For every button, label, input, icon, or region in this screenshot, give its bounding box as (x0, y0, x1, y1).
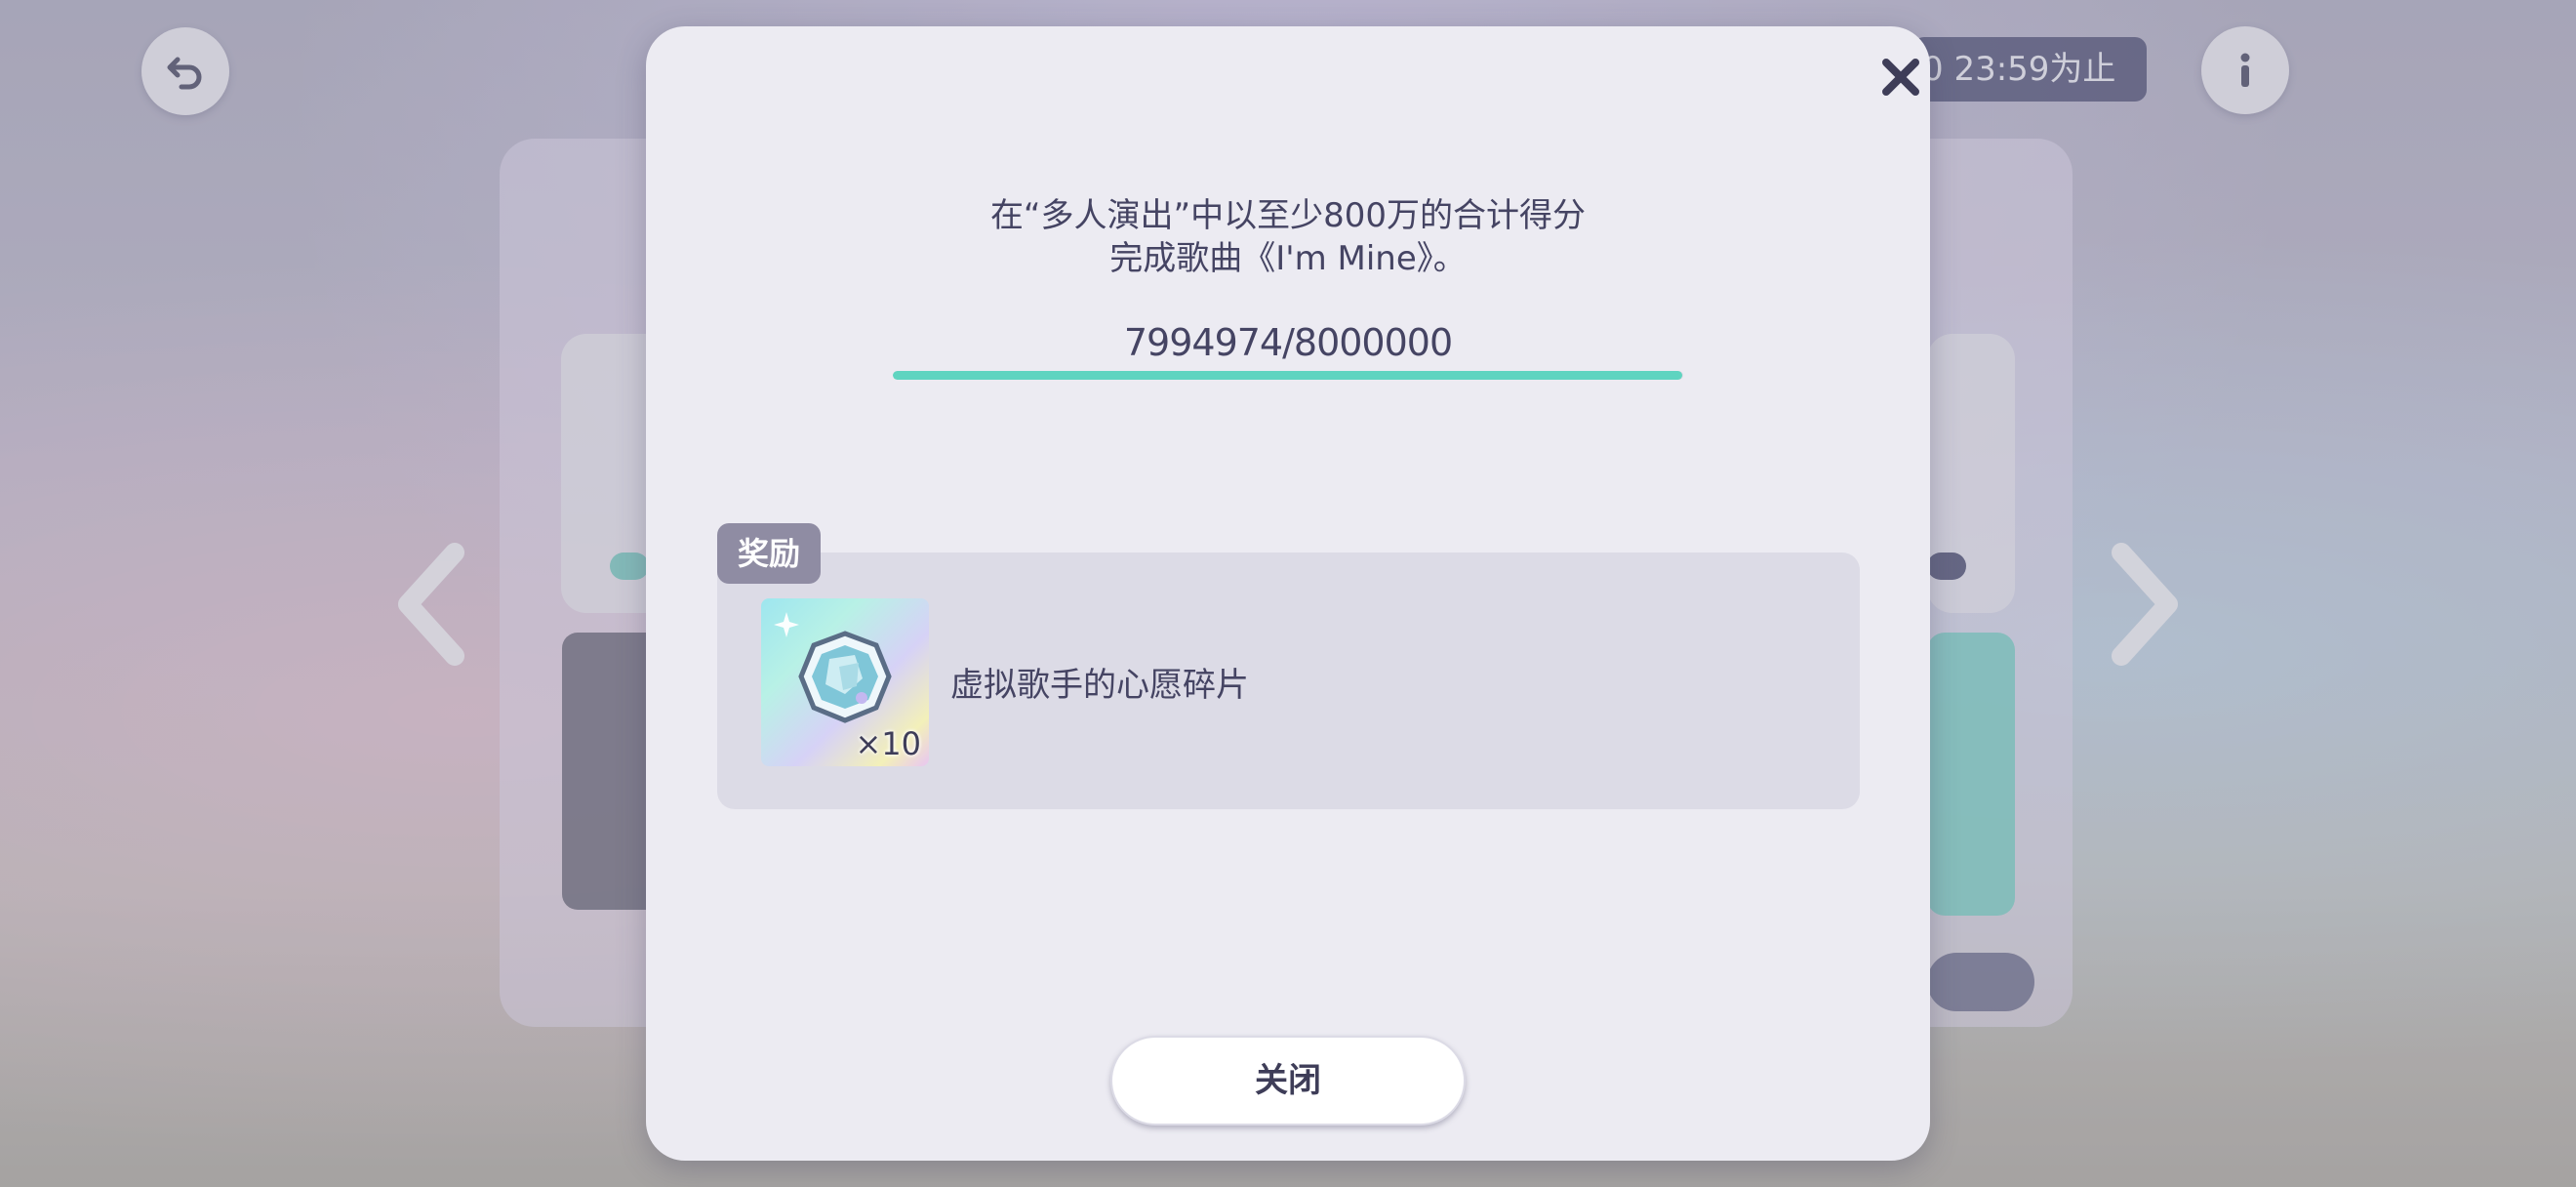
mission-description-line2: 完成歌曲《I'm Mine》。 (1109, 239, 1467, 278)
close-button[interactable]: 关闭 (1110, 1036, 1466, 1126)
progress-bar-fill (893, 371, 1683, 380)
game-screen: 0 23:59为止 在“多人演出”中以至少800万的合计得分 完成歌曲《I'm … (0, 0, 2576, 1187)
progress-bar (893, 371, 1683, 380)
mission-detail-dialog: 在“多人演出”中以至少800万的合计得分 完成歌曲《I'm Mine》。 799… (646, 26, 1930, 1161)
reward-tag: 奖励 (717, 523, 821, 584)
close-icon (1882, 59, 1919, 96)
mission-description-line1: 在“多人演出”中以至少800万的合计得分 (989, 196, 1587, 235)
progress-text: 7994974/8000000 (1123, 321, 1453, 364)
close-x-button[interactable] (1866, 42, 1936, 112)
mission-description: 在“多人演出”中以至少800万的合计得分 完成歌曲《I'm Mine》。 (646, 194, 1930, 280)
reward-item-thumbnail[interactable]: ×10 (761, 598, 929, 766)
reward-item-name: 虚拟歌手的心愿碎片 (950, 666, 1249, 705)
reward-quantity: ×10 (855, 725, 921, 762)
